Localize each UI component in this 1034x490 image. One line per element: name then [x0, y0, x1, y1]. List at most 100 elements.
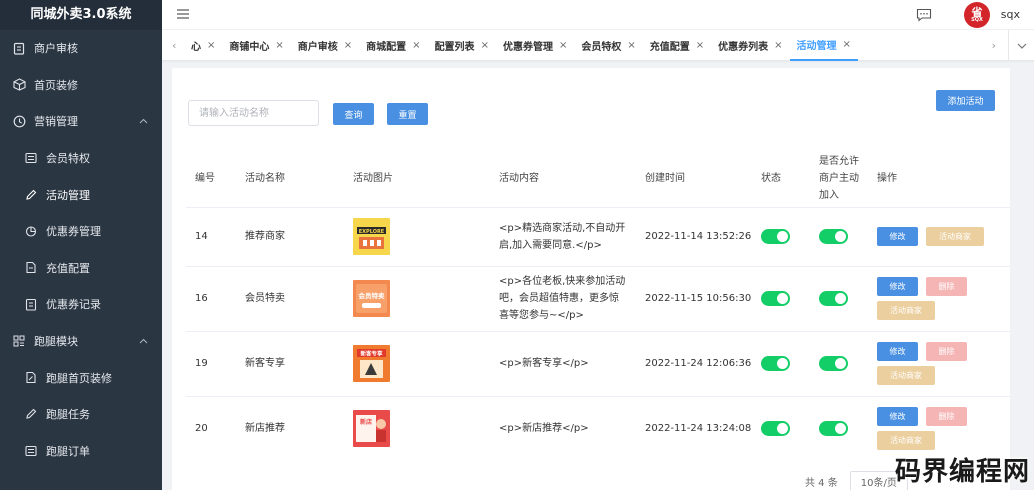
chevron-down-icon[interactable]: [1008, 30, 1034, 61]
close-icon[interactable]: ×: [412, 40, 420, 51]
cell-allow-join: [819, 330, 877, 396]
sidebar-item-member-privilege[interactable]: 会员特权: [0, 140, 162, 177]
cell-created: 2022-11-24 13:24:08: [645, 395, 761, 461]
svg-text:EXPLORE: EXPLORE: [359, 229, 385, 235]
search-input[interactable]: [188, 100, 319, 126]
top-header: 省 SQX sqx: [162, 0, 1034, 30]
close-icon[interactable]: ×: [559, 40, 567, 51]
edit-button[interactable]: 修改: [877, 407, 918, 427]
sidebar-item-activity-management[interactable]: 活动管理: [0, 176, 162, 213]
col-header-status: 状态: [761, 172, 781, 184]
status-switch[interactable]: [761, 420, 790, 436]
col-header-image: 活动图片: [353, 172, 393, 184]
cell-name: 新店推荐: [245, 395, 353, 461]
activity-image[interactable]: 新店: [353, 410, 390, 448]
username[interactable]: sqx: [1001, 8, 1020, 21]
tab-recharge-config[interactable]: 充值配置 ×: [643, 30, 711, 61]
reset-button[interactable]: 重置: [387, 103, 428, 125]
allow-join-switch[interactable]: [819, 228, 848, 244]
tab-shop-center[interactable]: 商铺中心 ×: [222, 30, 290, 61]
cell-name: 推荐商家: [245, 206, 353, 266]
table-row: 14 推荐商家 EXPLORE <p>精选商家活动,不自动开 启,加入需要同意.…: [186, 206, 1010, 266]
sidebar-item-recharge-config[interactable]: 充值配置: [0, 250, 162, 287]
sidebar-item-coupon-records[interactable]: 优惠券记录: [0, 286, 162, 323]
edit-button[interactable]: 修改: [877, 342, 918, 361]
cell-content: <p>新店推荐</p>: [499, 395, 645, 461]
sidebar-item-errand-module[interactable]: 跑腿模块: [0, 323, 162, 360]
status-switch[interactable]: [761, 355, 790, 371]
close-icon[interactable]: ×: [843, 39, 851, 50]
svg-text:新店: 新店: [360, 418, 372, 426]
sidebar-item-label: 跑腿模块: [34, 335, 78, 349]
tab-coupon-list[interactable]: 优惠券列表 ×: [711, 30, 789, 61]
activity-merchants-button[interactable]: 活动商家: [877, 366, 935, 385]
activity-image[interactable]: 新客专享: [353, 345, 390, 382]
delete-button[interactable]: 删除: [926, 407, 967, 427]
close-icon[interactable]: ×: [627, 40, 635, 51]
tab-config-list[interactable]: 配置列表 ×: [428, 30, 496, 61]
close-icon[interactable]: ×: [481, 40, 489, 51]
activity-merchants-button[interactable]: 活动商家: [877, 431, 935, 451]
main-card: 查询 重置 添加活动 编号 活动名称 活动图片 活动内容 创建时间 状态 是否允…: [172, 68, 1010, 490]
clipboard-icon: [24, 297, 38, 311]
allow-join-switch[interactable]: [819, 355, 848, 371]
activity-image[interactable]: 会员特卖: [353, 280, 390, 317]
tabs-next-button[interactable]: ›: [992, 39, 996, 52]
cell-id: 19: [186, 330, 245, 396]
close-icon[interactable]: ×: [696, 40, 704, 51]
sidebar-item-errand-home-decor[interactable]: 跑腿首页装修: [0, 359, 162, 396]
sidebar-item-errand-tasks[interactable]: 跑腿任务: [0, 396, 162, 433]
allow-join-switch[interactable]: [819, 420, 848, 436]
query-button[interactable]: 查询: [333, 103, 374, 125]
tab-merchant-review[interactable]: 商户审核 ×: [291, 30, 359, 61]
edit-button[interactable]: 修改: [877, 277, 918, 296]
close-icon[interactable]: ×: [275, 40, 283, 51]
cell-name: 会员特卖: [245, 265, 353, 331]
tabs-bar: ‹ 心 × 商铺中心 × 商户审核 × 商城配置 × 配置列表 × 优惠券管理 × 会员特权…: [162, 30, 1034, 61]
delete-button[interactable]: 删除: [926, 342, 967, 361]
status-switch[interactable]: [761, 290, 790, 306]
close-icon[interactable]: ×: [207, 40, 215, 51]
clock-icon: [12, 114, 26, 128]
sidebar-item-merchant-review[interactable]: 商户审核: [0, 30, 162, 67]
cell-created: 2022-11-14 13:52:26: [645, 206, 761, 266]
sidebar-item-label: 会员特权: [46, 152, 90, 166]
activity-image[interactable]: EXPLORE: [353, 218, 390, 255]
close-icon[interactable]: ×: [344, 40, 352, 51]
close-icon[interactable]: ×: [774, 40, 782, 51]
sidebar-item-marketing[interactable]: 营销管理: [0, 103, 162, 140]
sidebar-menu: 商户审核 首页装修 营销管理 会员特权 活动管理 优惠券管理 充值配置 优惠券记…: [0, 30, 162, 469]
sidebar-item-label: 优惠券记录: [46, 298, 101, 312]
sidebar-item-label: 跑腿订单: [46, 444, 90, 458]
activity-merchants-button[interactable]: 活动商家: [877, 301, 935, 320]
chevron-up-icon: [139, 118, 148, 124]
cell-allow-join: [819, 206, 877, 266]
sidebar: 同城外卖3.0系统 商户审核 首页装修 营销管理 会员特权 活动管理 优惠券管理: [0, 0, 162, 490]
tab-member-privilege[interactable]: 会员特权 ×: [574, 30, 642, 61]
sidebar-item-home-decor[interactable]: 首页装修: [0, 67, 162, 104]
edit-button[interactable]: 修改: [877, 227, 918, 246]
sidebar-item-coupon-management[interactable]: 优惠券管理: [0, 213, 162, 250]
edit-icon: [24, 188, 38, 202]
tab-activity-management[interactable]: 活动管理 ×: [789, 30, 858, 61]
cell-id: 16: [186, 265, 245, 331]
col-header-created: 创建时间: [645, 172, 685, 184]
delete-button[interactable]: 删除: [926, 277, 967, 296]
tab-mall-config[interactable]: 商城配置 ×: [359, 30, 427, 61]
add-activity-button[interactable]: 添加活动: [936, 90, 995, 111]
pagination: 共 4 条 10条/页: [805, 471, 908, 490]
table-row: 19 新客专享 新客专享 <p>新客专享</p> 2022-11-24 12:0…: [186, 330, 1010, 396]
watermark: 码界编程网: [894, 457, 1030, 487]
sidebar-item-errand-orders[interactable]: 跑腿订单: [0, 433, 162, 470]
message-icon[interactable]: [916, 8, 932, 25]
tabs-prev-button[interactable]: ‹: [172, 39, 176, 52]
status-switch[interactable]: [761, 228, 790, 244]
avatar[interactable]: 省 SQX: [964, 2, 990, 28]
chevron-up-icon: [139, 338, 148, 344]
hamburger-icon[interactable]: [176, 8, 190, 23]
cell-allow-join: [819, 395, 877, 461]
tab-coupon-management[interactable]: 优惠券管理 ×: [496, 30, 574, 61]
activity-merchants-button[interactable]: 活动商家: [926, 227, 984, 246]
tab-partial[interactable]: 心 ×: [184, 30, 222, 61]
allow-join-switch[interactable]: [819, 290, 848, 306]
